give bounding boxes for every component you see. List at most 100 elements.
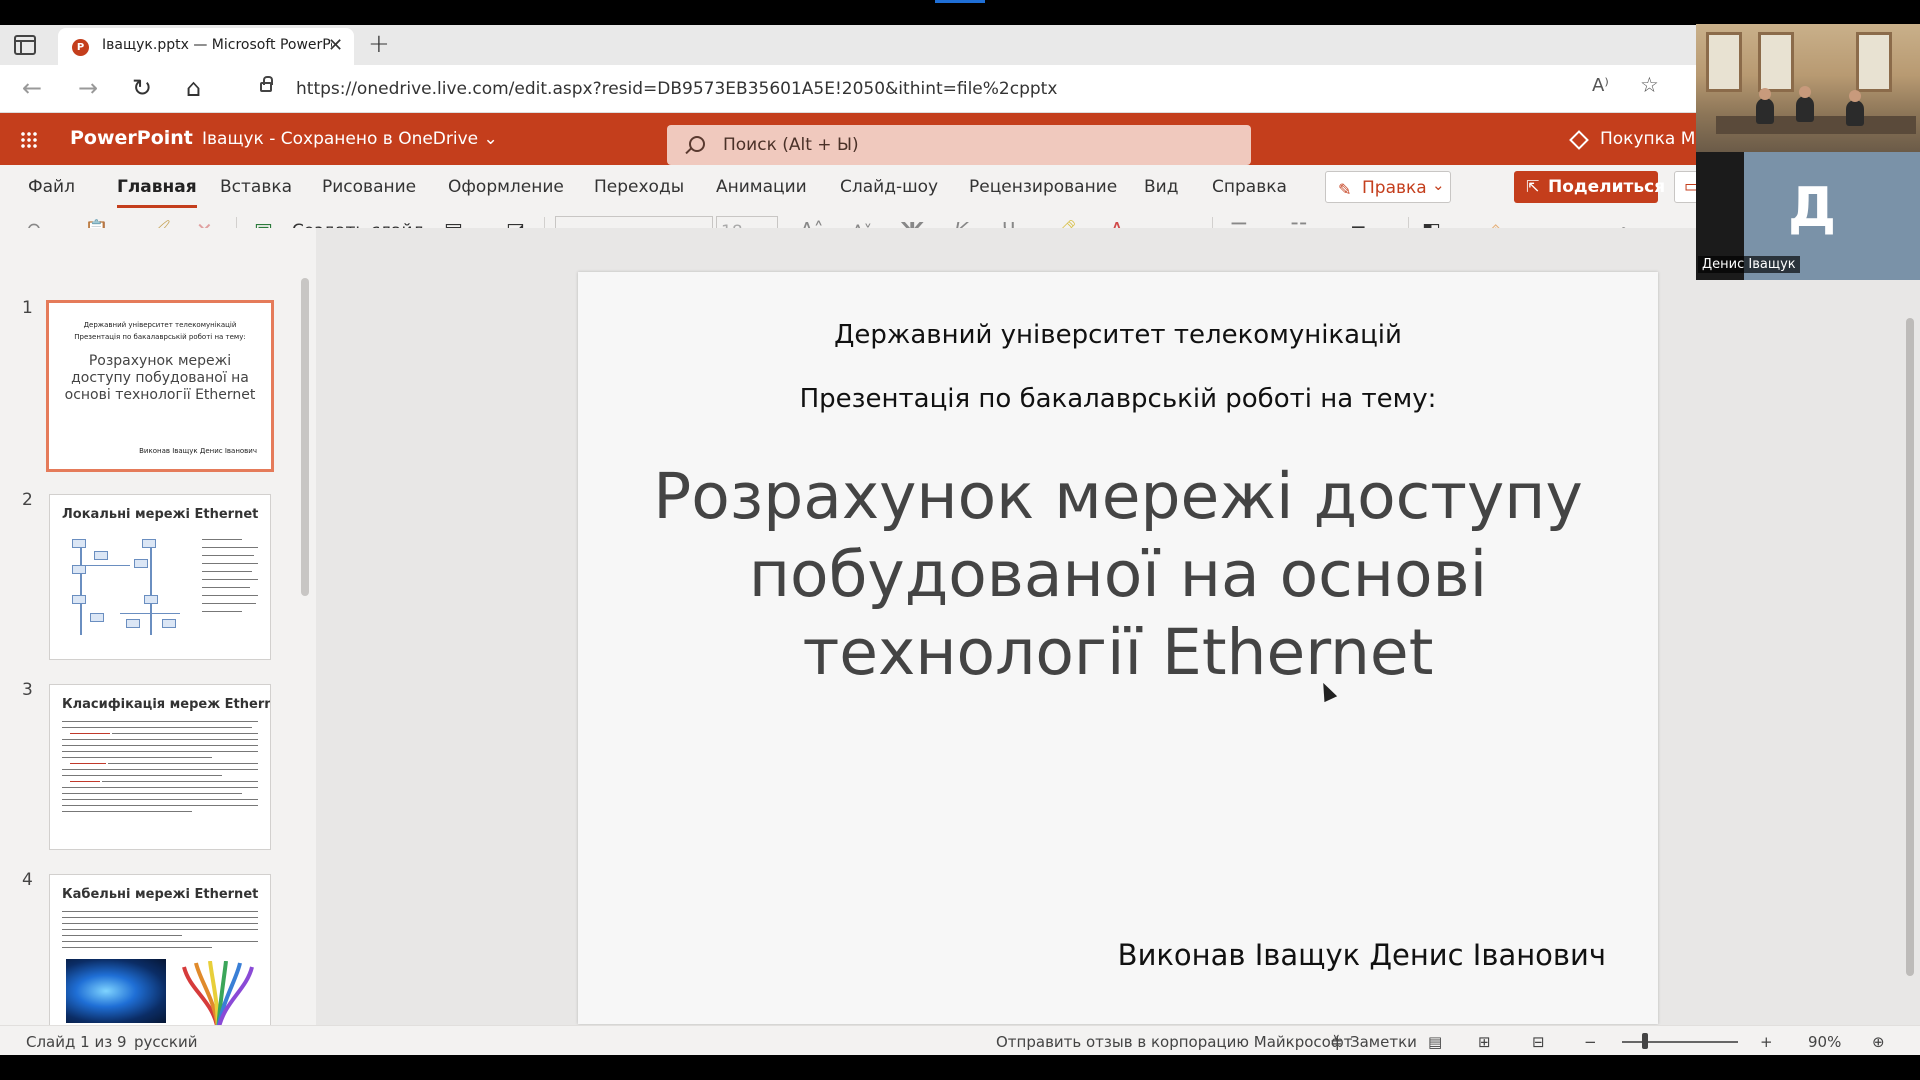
tab-view[interactable]: Вид [1144,177,1178,197]
feedback-link[interactable]: Отправить отзыв в корпорацию Майкрософт [996,1033,1352,1051]
text-line [62,721,258,722]
slide-title[interactable]: Розрахунок мережі доступу побудованої на… [618,458,1618,692]
zoom-slider[interactable] [1622,1041,1738,1043]
tab-draw[interactable]: Рисование [322,177,416,197]
document-title-status[interactable]: Іващук - Сохранено в OneDrive ⌄ [202,129,498,149]
text-line [62,793,242,794]
language-indicator[interactable]: русский [134,1033,197,1051]
diagram-node [142,539,156,548]
refresh-icon[interactable]: ↻ [132,74,152,102]
person-head [1759,88,1771,100]
text-line-highlight [70,781,100,782]
tab-insert[interactable]: Вставка [220,177,292,197]
url-text[interactable]: https://onedrive.live.com/edit.aspx?resi… [296,79,1057,99]
tab-home[interactable]: Главная [117,177,197,208]
tab-transitions[interactable]: Переходы [594,177,684,197]
room-window [1856,32,1892,92]
slide-thumbnail-4[interactable]: Кабельні мережі Ethernet [49,874,271,1025]
text-line [62,811,192,812]
top-black-bar [0,0,1920,25]
slide-thumbnail-1[interactable]: Державний університет телекомунікацій Пр… [46,300,274,472]
back-icon[interactable]: ← [22,74,42,102]
favorites-star-icon[interactable]: ☆ [1640,73,1659,97]
text-line-highlight [70,763,106,764]
slide-sorter-icon[interactable]: ⊞ [1478,1033,1491,1051]
text-line [102,781,258,782]
thumbnail-title: Локальні мережі Ethernet [62,507,259,522]
zoom-slider-handle[interactable] [1642,1033,1648,1049]
diagram-line [150,545,152,585]
slide-university-name[interactable]: Державний університет телекомунікацій [578,320,1658,350]
home-icon[interactable]: ⌂ [186,74,201,102]
notes-button[interactable]: Заметки [1350,1033,1417,1051]
canvas-scrollbar[interactable] [1906,318,1914,976]
tab-help[interactable]: Справка [1212,177,1287,197]
read-aloud-icon[interactable]: A⁾ [1592,75,1609,96]
ribbon-tabs: Файл Главная Вставка Рисование Оформлени… [0,165,1920,209]
tab-file[interactable]: Файл [28,177,75,197]
text-line [202,603,256,604]
slide-thumbnail-3[interactable]: Класифікація мереж Ethernet [49,684,271,850]
fit-to-window-icon[interactable]: ⊕ [1872,1033,1885,1051]
search-placeholder: Поиск (Alt + Ы) [723,135,859,155]
text-line [62,739,258,740]
share-button[interactable]: ⇱ Поделиться [1514,171,1665,203]
app-name[interactable]: PowerPoint [70,127,193,149]
tab-actions-icon[interactable] [14,35,36,55]
room-window [1758,32,1794,92]
slide-thumbnail-2[interactable]: Локальні мережі Ethernet [49,494,271,660]
close-tab-icon[interactable]: ✕ [328,35,343,56]
forward-icon[interactable]: → [78,74,98,102]
diagram-node [72,565,86,574]
chevron-down-icon: ⌄ [1432,176,1445,194]
zoom-in-icon[interactable]: + [1760,1033,1773,1051]
diagram-node [126,619,140,628]
slide-editor[interactable]: Державний університет телекомунікацій Пр… [578,272,1658,1024]
share-label: Поделиться [1548,177,1666,197]
normal-view-icon[interactable]: ▤ [1428,1033,1442,1051]
tab-slideshow[interactable]: Слайд-шоу [840,177,938,197]
room-video-feed[interactable] [1696,24,1920,152]
text-line [202,595,258,596]
zoom-level[interactable]: 90% [1808,1033,1841,1051]
room-table [1716,116,1916,134]
diagram-node [144,595,158,604]
tab-animations[interactable]: Анимации [716,177,807,197]
person-figure [1796,96,1814,122]
notes-icon[interactable]: ≚ [1330,1033,1343,1051]
thumbnails-scrollbar[interactable] [301,278,309,596]
url-field[interactable]: https://onedrive.live.com/edit.aspx?resi… [240,71,1680,107]
text-line [62,745,258,746]
slide-author[interactable]: Виконав Іващук Денис Іванович [1118,938,1606,972]
text-line [62,935,182,936]
diagram-node [94,551,108,560]
diagram-node [134,559,148,568]
browser-tab-active[interactable]: P Іващук.pptx — Microsoft PowerPoint ✕ [58,28,354,65]
text-line [112,733,258,734]
new-tab-icon[interactable]: + [368,29,390,59]
diamond-icon [1569,130,1589,150]
app-launcher-icon[interactable] [20,131,38,149]
participant-name: Денис Іващук [1698,256,1800,273]
tab-review[interactable]: Рецензирование [969,177,1117,197]
text-line [108,763,258,764]
search-input[interactable]: Поиск (Alt + Ы) [667,125,1251,165]
reading-view-icon[interactable]: ⊟ [1532,1033,1545,1051]
text-line [62,929,258,930]
browser-tab-title: Іващук.pptx — Microsoft PowerPoint [102,37,332,53]
slide-presentation-subtitle[interactable]: Презентація по бакалаврській роботі на т… [578,384,1658,414]
lock-icon[interactable] [260,76,273,92]
search-icon [689,136,705,152]
thumbnail-number: 1 [22,298,33,318]
diagram-line [150,585,152,635]
diagram-line [80,545,82,635]
text-line [62,805,258,806]
thumbnail-number: 2 [22,490,33,510]
thumbnail-number: 3 [22,680,33,700]
thumbnail-number: 4 [22,870,33,890]
editing-mode-button[interactable]: ✎ Правка ⌄ [1325,171,1451,203]
screen: P Іващук.pptx — Microsoft PowerPoint ✕ +… [0,0,1920,1080]
powerpoint-header: PowerPoint Іващук - Сохранено в OneDrive… [0,113,1920,165]
tab-design[interactable]: Оформление [448,177,564,197]
zoom-out-icon[interactable]: − [1584,1033,1597,1051]
